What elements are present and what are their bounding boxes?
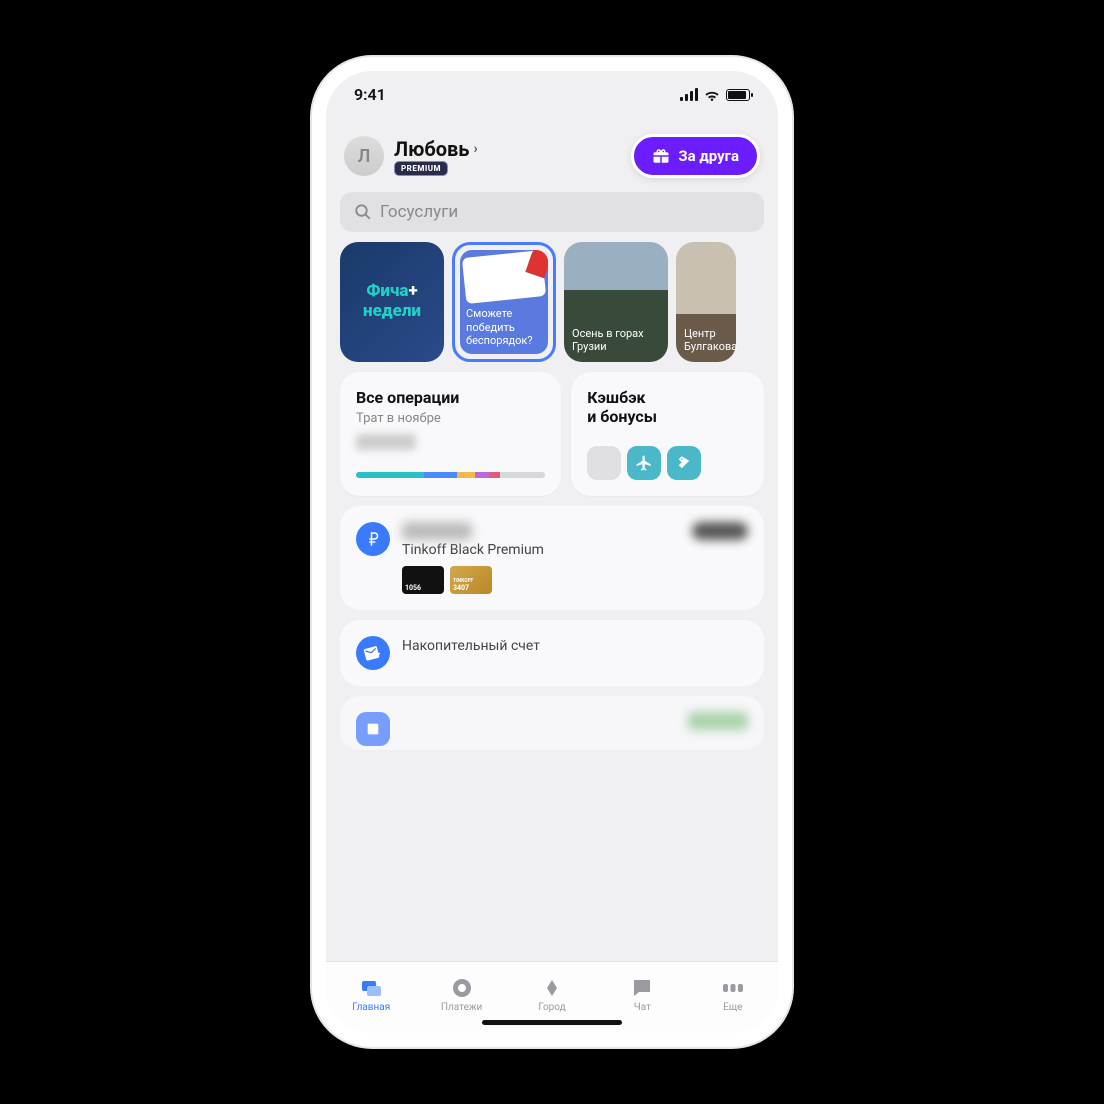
home-indicator[interactable]: [482, 1020, 622, 1025]
profile-link[interactable]: Л Любовь› PREMIUM: [344, 136, 478, 176]
invite-friend-button[interactable]: За друга: [631, 134, 760, 178]
story-caption: Центр Булгакова: [684, 327, 728, 355]
search-input[interactable]: Госуслуги: [340, 192, 764, 232]
stories-row[interactable]: Фича+недели Сможете победить беспорядок?…: [340, 242, 764, 362]
story-feature-of-week[interactable]: Фича+недели: [340, 242, 444, 362]
tab-city[interactable]: Город: [507, 976, 597, 1013]
ruble-icon: [356, 522, 390, 556]
status-time: 9:41: [354, 85, 386, 104]
more-icon: [721, 976, 745, 1000]
home-icon: [359, 976, 383, 1000]
story-caption: Осень в горах Грузии: [572, 327, 660, 355]
tile-subtitle: Трат в ноябре: [356, 411, 545, 426]
bonus-icon-blurred: [587, 446, 621, 480]
chat-icon: [630, 976, 654, 1000]
premium-badge: PREMIUM: [394, 161, 448, 176]
card-mini[interactable]: 1056: [402, 566, 444, 594]
account-savings[interactable]: Накопительный счет: [340, 620, 764, 686]
spend-breakdown-bar: [356, 472, 545, 478]
product-icon: [356, 712, 390, 746]
story-quiz[interactable]: Сможете победить беспорядок?: [452, 242, 556, 362]
tab-home[interactable]: Главная: [326, 976, 416, 1013]
cashback-tile[interactable]: Кэшбэки бонусы: [571, 372, 764, 496]
payments-icon: [450, 976, 474, 1000]
cards-row: 1056 TINKOFF3407: [402, 566, 748, 594]
phone-frame: 9:41 Л Любовь› PREMIUM За друга: [312, 57, 792, 1047]
avatar: Л: [344, 136, 384, 176]
account-name: Tinkoff Black Premium: [402, 542, 748, 558]
profile-name: Любовь›: [394, 137, 478, 161]
main-content: Л Любовь› PREMIUM За друга Госуслуги Фич…: [326, 110, 778, 961]
tab-payments[interactable]: Платежи: [416, 976, 506, 1013]
account-partial[interactable]: [340, 696, 764, 750]
plane-icon: [627, 446, 661, 480]
account-amount-blurred: [402, 522, 472, 540]
city-icon: [540, 976, 564, 1000]
story-culture[interactable]: Центр Булгакова: [676, 242, 736, 362]
search-icon: [354, 203, 372, 221]
ticket-icon: [667, 446, 701, 480]
invite-friend-label: За друга: [678, 147, 739, 165]
status-bar: 9:41: [326, 71, 778, 110]
chevron-right-icon: ›: [473, 141, 477, 157]
story-travel[interactable]: Осень в горах Грузии: [564, 242, 668, 362]
account-value-blurred: [688, 712, 748, 730]
story-caption: Сможете победить беспорядок?: [466, 307, 542, 348]
battery-icon: [726, 89, 750, 101]
status-indicators: [680, 88, 750, 101]
spend-amount-blurred: [356, 434, 416, 450]
tab-more[interactable]: Еще: [688, 976, 778, 1013]
gift-icon: [652, 147, 670, 165]
tile-title: Кэшбэки бонусы: [587, 388, 748, 426]
account-name: Накопительный счет: [402, 638, 748, 654]
account-balance-blurred: [692, 522, 748, 540]
story-illustration: [462, 250, 546, 304]
tab-chat[interactable]: Чат: [597, 976, 687, 1013]
card-mini[interactable]: TINKOFF3407: [450, 566, 492, 594]
summary-tiles: Все операции Трат в ноябре Кэшбэки бонус…: [340, 372, 764, 496]
search-placeholder: Госуслуги: [380, 202, 458, 222]
wifi-icon: [704, 89, 720, 101]
operations-tile[interactable]: Все операции Трат в ноябре: [340, 372, 561, 496]
profile-header: Л Любовь› PREMIUM За друга: [340, 116, 764, 182]
tile-title: Все операции: [356, 388, 545, 407]
account-primary[interactable]: Tinkoff Black Premium 1056 TINKOFF3407: [340, 506, 764, 610]
cellular-icon: [680, 88, 698, 101]
wallet-icon: [356, 636, 390, 670]
